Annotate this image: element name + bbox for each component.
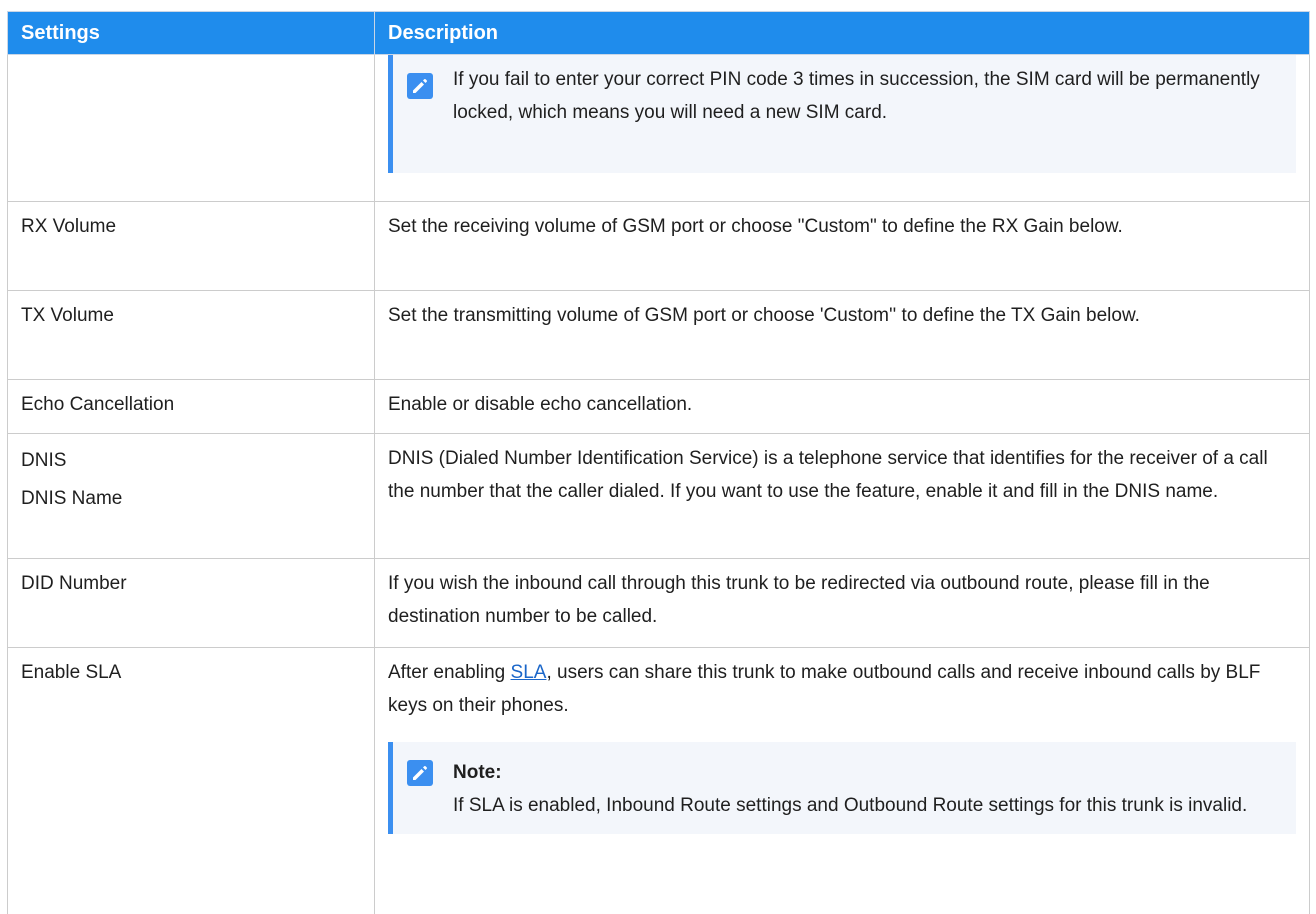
table-row: RX Volume Set the receiving volume of GS…: [8, 202, 1310, 291]
description-dnis: DNIS (Dialed Number Identification Servi…: [375, 434, 1310, 559]
note-box-sla: Note: If SLA is enabled, Inbound Route s…: [388, 742, 1296, 834]
settings-table: Settings Description If you fail to ente…: [7, 11, 1310, 914]
table-header-row: Settings Description: [8, 12, 1310, 55]
sla-desc-prefix: After enabling: [388, 662, 511, 683]
description-enable-sla: After enabling SLA, users can share this…: [375, 648, 1310, 914]
setting-rx-volume: RX Volume: [8, 202, 375, 291]
table-row: TX Volume Set the transmitting volume of…: [8, 291, 1310, 380]
setting-dnis: DNIS DNIS Name: [8, 434, 375, 559]
table-row-pin: If you fail to enter your correct PIN co…: [8, 55, 1310, 202]
table-row-sla: Enable SLA After enabling SLA, users can…: [8, 648, 1310, 914]
header-description: Description: [375, 12, 1310, 55]
sla-link[interactable]: SLA: [511, 662, 547, 683]
setting-did-number: DID Number: [8, 559, 375, 648]
note-text-sla: If SLA is enabled, Inbound Route setting…: [453, 789, 1276, 822]
setting-enable-sla: Enable SLA: [8, 648, 375, 914]
header-settings: Settings: [8, 12, 375, 55]
table-row: Echo Cancellation Enable or disable echo…: [8, 380, 1310, 434]
table-row: DID Number If you wish the inbound call …: [8, 559, 1310, 648]
description-cell-pin: If you fail to enter your correct PIN co…: [375, 55, 1310, 202]
table-row: DNIS DNIS Name DNIS (Dialed Number Ident…: [8, 434, 1310, 559]
setting-echo-cancellation: Echo Cancellation: [8, 380, 375, 434]
description-echo-cancellation: Enable or disable echo cancellation.: [375, 380, 1310, 434]
pencil-edit-icon: [407, 760, 433, 786]
note-box-pin: If you fail to enter your correct PIN co…: [388, 55, 1296, 173]
description-rx-volume: Set the receiving volume of GSM port or …: [375, 202, 1310, 291]
setting-dnis-label: DNIS: [21, 442, 361, 480]
description-tx-volume: Set the transmitting volume of GSM port …: [375, 291, 1310, 380]
setting-cell-empty: [8, 55, 375, 202]
setting-dnis-name-label: DNIS Name: [21, 480, 361, 518]
sla-description-text: After enabling SLA, users can share this…: [388, 656, 1296, 722]
note-text-pin: If you fail to enter your correct PIN co…: [453, 55, 1276, 129]
description-did-number: If you wish the inbound call through thi…: [375, 559, 1310, 648]
pencil-edit-icon: [407, 73, 433, 99]
note-title: Note:: [453, 756, 1276, 789]
setting-tx-volume: TX Volume: [8, 291, 375, 380]
